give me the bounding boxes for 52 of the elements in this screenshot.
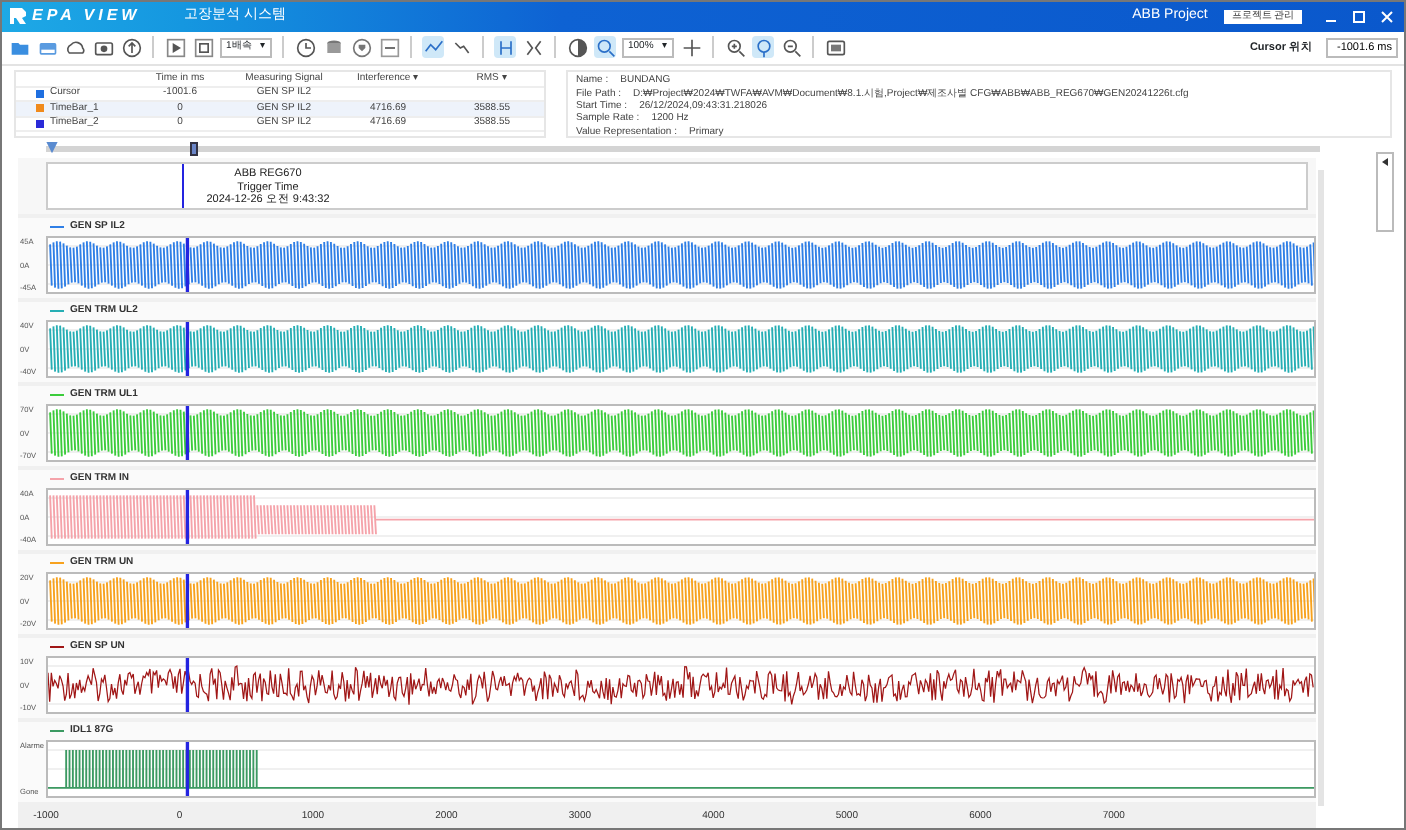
database-button[interactable] [322, 36, 344, 59]
play-button[interactable] [164, 36, 186, 59]
cursor-line [181, 164, 185, 208]
range-start-handle[interactable] [46, 141, 58, 154]
contrast-button[interactable] [566, 36, 588, 59]
screen-icon [825, 37, 845, 58]
cursor-line[interactable] [185, 406, 190, 460]
screen-button[interactable] [824, 36, 846, 59]
logo-icon [8, 6, 28, 27]
zoom-out-icon [781, 37, 801, 58]
clock-button[interactable] [294, 36, 316, 59]
upload-button[interactable] [120, 36, 142, 59]
stop-button[interactable] [192, 36, 214, 59]
maximize-icon [1351, 9, 1366, 24]
zoom-in-button[interactable] [724, 36, 746, 59]
zoom-out-button[interactable] [780, 36, 802, 59]
play-icon [165, 37, 185, 58]
logo-text: EPA VIEW [32, 4, 141, 29]
search-icon [595, 37, 615, 58]
move-icon [681, 37, 701, 58]
zoom-in-icon [725, 37, 745, 58]
folder-icon [9, 37, 29, 58]
contrast-icon [567, 37, 587, 58]
upload-icon [121, 37, 141, 58]
cursor-line[interactable] [185, 490, 190, 544]
drive-icon [37, 37, 57, 58]
minus-button[interactable] [378, 36, 400, 59]
camera-icon [93, 37, 113, 58]
camera-button[interactable] [92, 36, 114, 59]
range-handle[interactable] [190, 141, 198, 156]
curve-icon [451, 37, 471, 58]
expand-icon [1381, 158, 1389, 166]
minus-icon [379, 37, 399, 58]
shield-button[interactable] [350, 36, 372, 59]
clock-icon [295, 37, 315, 58]
shield-icon [351, 37, 371, 58]
wave-button[interactable] [422, 36, 444, 59]
expand-icon [523, 37, 543, 58]
move-button[interactable] [680, 36, 702, 59]
search-button[interactable] [594, 36, 616, 59]
cursor-line[interactable] [185, 658, 190, 712]
cursor-line[interactable] [185, 574, 190, 628]
close-icon [1379, 9, 1394, 24]
cursor-line[interactable] [185, 238, 190, 292]
cursor-line[interactable] [185, 742, 190, 796]
cursor-line[interactable] [185, 322, 190, 376]
cloud-icon [65, 37, 85, 58]
cloud-button[interactable] [64, 36, 86, 59]
expand-button[interactable] [522, 36, 544, 59]
wave-icon [423, 37, 443, 58]
database-icon [323, 37, 343, 58]
stop-icon [193, 37, 213, 58]
